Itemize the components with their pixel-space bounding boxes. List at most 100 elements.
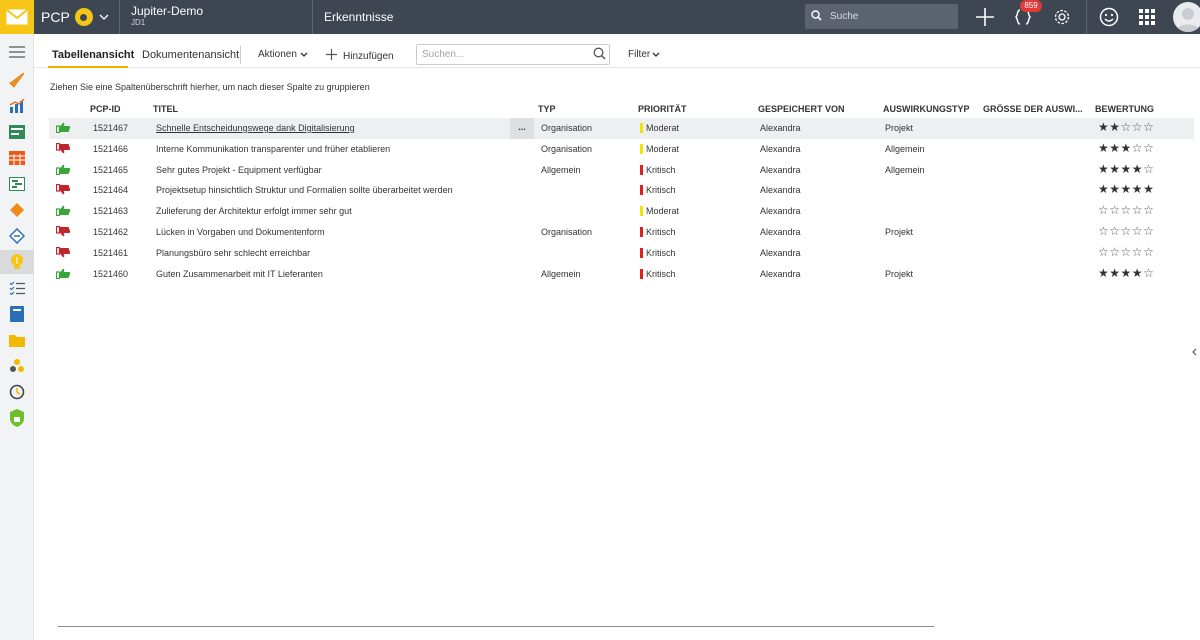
table-row[interactable]: 1521465 Sehr gutes Projekt - Equipment ve… <box>49 160 1194 181</box>
star-empty-icon[interactable]: ☆ <box>1109 203 1120 217</box>
star-empty-icon[interactable]: ☆ <box>1143 141 1154 155</box>
rating-stars[interactable]: ★★★★☆ <box>1098 162 1154 176</box>
star-empty-icon[interactable]: ☆ <box>1143 203 1154 217</box>
star-empty-icon[interactable]: ☆ <box>1143 245 1154 259</box>
rating-stars[interactable]: ★★☆☆☆ <box>1098 120 1154 134</box>
grid-search[interactable] <box>416 44 610 65</box>
star-filled-icon[interactable]: ★ <box>1098 162 1109 176</box>
avatar[interactable] <box>1173 2 1200 32</box>
star-filled-icon[interactable]: ★ <box>1109 141 1120 155</box>
global-search[interactable]: Suche <box>805 4 958 29</box>
filter-menu[interactable]: Filter <box>628 49 660 60</box>
star-empty-icon[interactable]: ☆ <box>1098 203 1109 217</box>
tab-document-view[interactable]: Dokumentenansicht <box>142 49 239 61</box>
chevron-left-icon[interactable] <box>1192 347 1197 359</box>
star-empty-icon[interactable]: ☆ <box>1121 203 1132 217</box>
app-switcher[interactable]: PCP <box>34 0 120 34</box>
star-filled-icon[interactable]: ★ <box>1098 120 1109 134</box>
chart-icon[interactable] <box>0 94 34 118</box>
row-more-button[interactable]: ... <box>510 118 534 139</box>
table-row[interactable]: 1521464 Projektsetup hinsichtlich Struktu… <box>49 180 1194 201</box>
gear-icon[interactable] <box>1050 0 1074 34</box>
add-button[interactable]: Hinzufügen <box>326 49 394 63</box>
star-filled-icon[interactable]: ★ <box>1098 141 1109 155</box>
table-row[interactable]: 1521460 Guten Zusammenarbeit mit IT Liefe… <box>49 264 1194 285</box>
rating-stars[interactable]: ★★★★☆ <box>1098 266 1154 280</box>
mail-logo-icon[interactable] <box>0 0 34 34</box>
star-empty-icon[interactable]: ☆ <box>1109 245 1120 259</box>
rating-stars[interactable]: ☆☆☆☆☆ <box>1098 224 1154 238</box>
row-type: Allgemein <box>541 268 581 279</box>
book-icon[interactable] <box>0 302 34 326</box>
calendar-grid-icon[interactable] <box>0 146 34 170</box>
diamond-icon[interactable] <box>0 198 34 222</box>
star-empty-icon[interactable]: ☆ <box>1121 245 1132 259</box>
table-row[interactable]: 1521463 Zulieferung der Architektur erfol… <box>49 201 1194 222</box>
row-title[interactable]: Schnelle Entscheidungswege dank Digitali… <box>156 123 355 133</box>
rating-stars[interactable]: ★★★★★ <box>1098 182 1154 196</box>
star-empty-icon[interactable]: ☆ <box>1132 203 1143 217</box>
star-filled-icon[interactable]: ★ <box>1098 266 1109 280</box>
hamburger-icon[interactable] <box>0 40 34 64</box>
column-header-impact-type[interactable]: AUSWIRKUNGSTYP <box>883 104 970 114</box>
star-filled-icon[interactable]: ★ <box>1098 182 1109 196</box>
column-header-rating[interactable]: BEWERTUNG <box>1095 104 1154 114</box>
checklist-icon[interactable] <box>0 276 34 300</box>
star-filled-icon[interactable]: ★ <box>1109 162 1120 176</box>
tab-table-view[interactable]: Tabellenansicht <box>52 49 134 61</box>
star-empty-icon[interactable]: ☆ <box>1098 245 1109 259</box>
star-empty-icon[interactable]: ☆ <box>1143 120 1154 134</box>
history-icon[interactable] <box>0 380 34 404</box>
column-header-id[interactable]: PCP-ID <box>90 104 121 114</box>
rocket-icon[interactable] <box>0 68 34 92</box>
star-empty-icon[interactable]: ☆ <box>1121 120 1132 134</box>
star-empty-icon[interactable]: ☆ <box>1132 245 1143 259</box>
table-row[interactable]: 1521466 Interne Kommunikation transparent… <box>49 139 1194 160</box>
star-empty-icon[interactable]: ☆ <box>1098 224 1109 238</box>
star-empty-icon[interactable]: ☆ <box>1143 266 1154 280</box>
column-header-type[interactable]: TYP <box>538 104 556 114</box>
column-header-title[interactable]: TITEL <box>153 104 178 114</box>
people-icon[interactable] <box>0 354 34 378</box>
timeline-icon[interactable] <box>0 172 34 196</box>
table-row[interactable]: 1521467 Schnelle Entscheidungswege dank D… <box>49 118 1194 139</box>
rating-stars[interactable]: ☆☆☆☆☆ <box>1098 245 1154 259</box>
lock-icon[interactable] <box>0 406 34 430</box>
table-row[interactable]: 1521461 Planungsbüro sehr schlecht erreic… <box>49 243 1194 264</box>
star-filled-icon[interactable]: ★ <box>1132 182 1143 196</box>
project-selector[interactable]: Jupiter-Demo JD1 <box>121 0 313 34</box>
star-empty-icon[interactable]: ☆ <box>1121 224 1132 238</box>
actions-menu[interactable]: Aktionen <box>258 49 308 60</box>
smiley-icon[interactable] <box>1097 0 1121 34</box>
star-empty-icon[interactable]: ☆ <box>1109 224 1120 238</box>
grid-search-input[interactable] <box>422 45 587 64</box>
star-empty-icon[interactable]: ☆ <box>1132 120 1143 134</box>
risk-icon[interactable] <box>0 224 34 248</box>
star-filled-icon[interactable]: ★ <box>1121 266 1132 280</box>
star-filled-icon[interactable]: ★ <box>1132 266 1143 280</box>
add-icon[interactable] <box>973 0 997 34</box>
star-filled-icon[interactable]: ★ <box>1109 182 1120 196</box>
rating-stars[interactable]: ★★★☆☆ <box>1098 141 1154 155</box>
star-filled-icon[interactable]: ★ <box>1121 141 1132 155</box>
rating-stars[interactable]: ☆☆☆☆☆ <box>1098 203 1154 217</box>
star-filled-icon[interactable]: ★ <box>1109 266 1120 280</box>
star-filled-icon[interactable]: ★ <box>1109 120 1120 134</box>
lightbulb-icon[interactable] <box>0 250 34 274</box>
table-row[interactable]: 1521462 Lücken in Vorgaben und Dokumenten… <box>49 222 1194 243</box>
board-icon[interactable] <box>0 120 34 144</box>
star-filled-icon[interactable]: ★ <box>1132 162 1143 176</box>
star-filled-icon[interactable]: ★ <box>1121 182 1132 196</box>
star-filled-icon[interactable]: ★ <box>1121 162 1132 176</box>
star-empty-icon[interactable]: ☆ <box>1132 224 1143 238</box>
search-icon[interactable] <box>593 47 606 63</box>
folder-icon[interactable] <box>0 328 34 352</box>
column-header-saved-by[interactable]: GESPEICHERT VON <box>758 104 845 114</box>
star-empty-icon[interactable]: ☆ <box>1132 141 1143 155</box>
apps-grid-icon[interactable] <box>1135 0 1159 34</box>
star-filled-icon[interactable]: ★ <box>1143 182 1154 196</box>
column-header-impact-size[interactable]: GRÖSSE DER AUSWI... <box>983 104 1083 114</box>
column-header-priority[interactable]: PRIORITÄT <box>638 104 687 114</box>
star-empty-icon[interactable]: ☆ <box>1143 162 1154 176</box>
star-empty-icon[interactable]: ☆ <box>1143 224 1154 238</box>
